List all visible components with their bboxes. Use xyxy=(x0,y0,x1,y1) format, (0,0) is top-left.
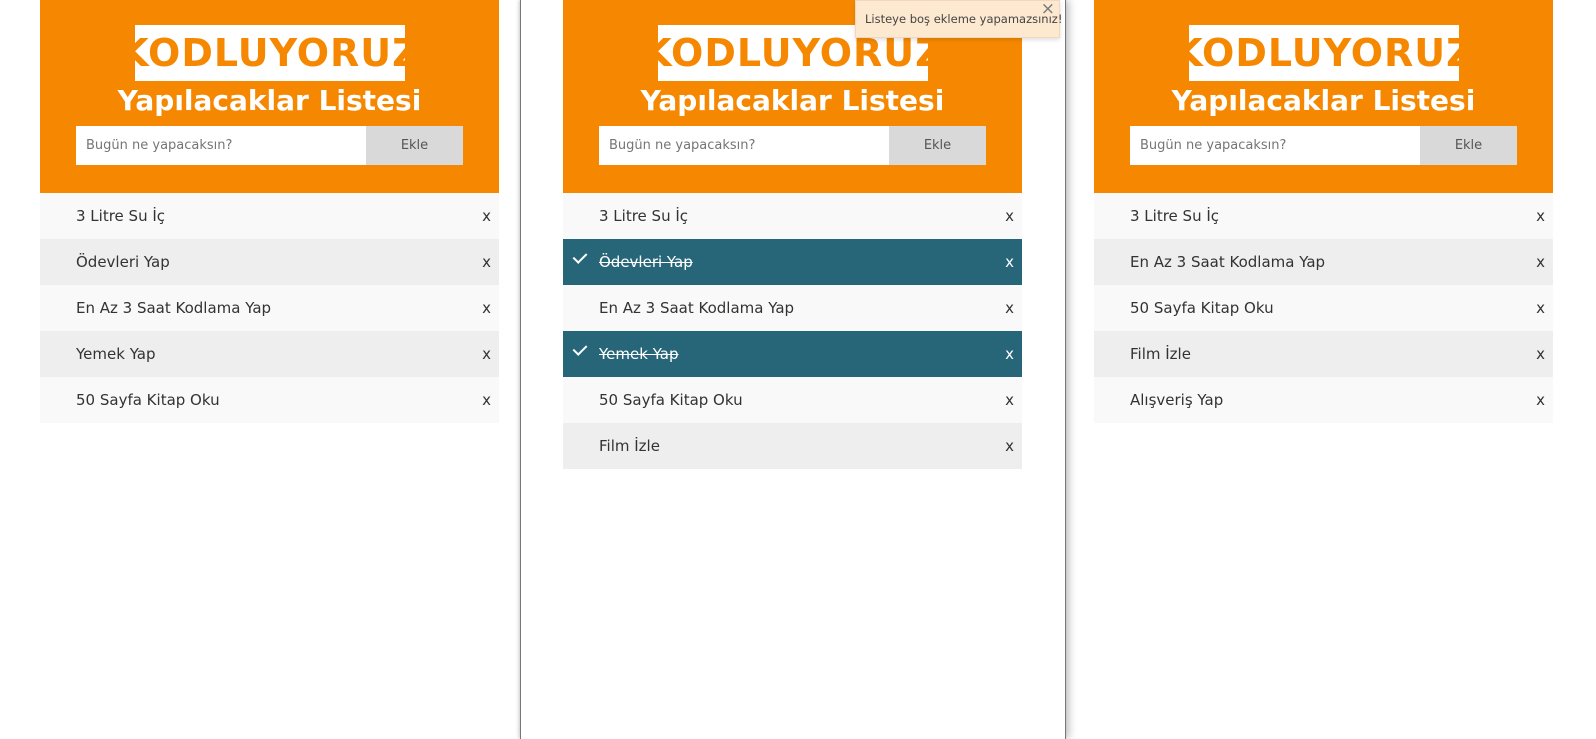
error-toast: Listeye boş ekleme yapamazsınız! × xyxy=(855,0,1063,38)
delete-task-icon[interactable]: x xyxy=(1005,345,1014,363)
add-task-row: Ekle xyxy=(76,126,463,165)
page-title: Yapılacaklar Listesi xyxy=(640,84,945,117)
toast-message: Listeye boş ekleme yapamazsınız! xyxy=(865,12,1063,26)
toast-close-icon[interactable]: × xyxy=(1041,0,1055,19)
task-item[interactable]: 3 Litre Su İç x xyxy=(1094,193,1553,239)
task-item[interactable]: Ödevleri Yap x xyxy=(40,239,499,285)
logo-text: KODLUYORUZ xyxy=(119,31,421,75)
checkmark-icon xyxy=(572,249,588,264)
delete-task-icon[interactable]: x xyxy=(1005,391,1014,409)
task-item[interactable]: Alışveriş Yap x xyxy=(1094,377,1553,423)
task-item[interactable]: 50 Sayfa Kitap Oku x xyxy=(40,377,499,423)
task-label: En Az 3 Saat Kodlama Yap xyxy=(1130,253,1326,271)
delete-task-icon[interactable]: x xyxy=(482,299,491,317)
task-input[interactable] xyxy=(1130,126,1420,165)
panel-header: KODLUYORUZ Yapılacaklar Listesi Ekle xyxy=(1094,0,1553,193)
task-label: Film İzle xyxy=(1130,345,1191,363)
delete-task-icon[interactable]: x xyxy=(482,391,491,409)
panel-header: KODLUYORUZ Yapılacaklar Listesi Ekle xyxy=(40,0,499,193)
task-label: Film İzle xyxy=(599,437,660,455)
delete-task-icon[interactable]: x xyxy=(482,207,491,225)
delete-task-icon[interactable]: x xyxy=(482,345,491,363)
delete-task-icon[interactable]: x xyxy=(1536,253,1545,271)
task-item[interactable]: Yemek Yap x xyxy=(40,331,499,377)
add-button[interactable]: Ekle xyxy=(1420,126,1517,165)
delete-task-icon[interactable]: x xyxy=(1536,299,1545,317)
task-label: En Az 3 Saat Kodlama Yap xyxy=(599,299,795,317)
task-item[interactable]: Film İzle x xyxy=(563,423,1022,469)
kodluyoruz-logo: KODLUYORUZ xyxy=(1173,25,1474,81)
task-input[interactable] xyxy=(76,126,366,165)
task-label: 50 Sayfa Kitap Oku xyxy=(1130,299,1274,317)
task-label: En Az 3 Saat Kodlama Yap xyxy=(76,299,272,317)
page-title: Yapılacaklar Listesi xyxy=(117,84,422,117)
add-button[interactable]: Ekle xyxy=(889,126,986,165)
task-item[interactable]: 3 Litre Su İç x xyxy=(563,193,1022,239)
task-list: 3 Litre Su İç x Ödevleri Yap x En Az 3 S… xyxy=(563,193,1022,469)
delete-task-icon[interactable]: x xyxy=(1005,253,1014,271)
task-item[interactable]: En Az 3 Saat Kodlama Yap x xyxy=(40,285,499,331)
task-label: Alışveriş Yap xyxy=(1130,391,1224,409)
delete-task-icon[interactable]: x xyxy=(1536,391,1545,409)
page-title: Yapılacaklar Listesi xyxy=(1171,84,1476,117)
add-button[interactable]: Ekle xyxy=(366,126,463,165)
kodluyoruz-logo: KODLUYORUZ xyxy=(119,25,420,81)
delete-task-icon[interactable]: x xyxy=(1005,299,1014,317)
task-label: 3 Litre Su İç xyxy=(599,207,689,225)
task-label: Ödevleri Yap xyxy=(76,253,170,271)
task-item[interactable]: 50 Sayfa Kitap Oku x xyxy=(563,377,1022,423)
add-task-row: Ekle xyxy=(599,126,986,165)
todo-panel-right: KODLUYORUZ Yapılacaklar Listesi Ekle 3 L… xyxy=(1094,0,1553,423)
task-label: 3 Litre Su İç xyxy=(1130,207,1220,225)
task-item[interactable]: Ödevleri Yap x xyxy=(563,239,1022,285)
checkmark-icon xyxy=(572,341,588,356)
task-item[interactable]: 50 Sayfa Kitap Oku x xyxy=(1094,285,1553,331)
task-label: Yemek Yap xyxy=(76,345,156,363)
task-input[interactable] xyxy=(599,126,889,165)
task-item[interactable]: En Az 3 Saat Kodlama Yap x xyxy=(563,285,1022,331)
logo-text: KODLUYORUZ xyxy=(1173,31,1475,75)
todo-panel-middle: KODLUYORUZ Yapılacaklar Listesi Ekle 3 L… xyxy=(563,0,1022,469)
task-label: Yemek Yap xyxy=(599,345,679,363)
task-label: 50 Sayfa Kitap Oku xyxy=(76,391,220,409)
task-item[interactable]: Yemek Yap x xyxy=(563,331,1022,377)
todo-panel-left: KODLUYORUZ Yapılacaklar Listesi Ekle 3 L… xyxy=(40,0,499,423)
task-item[interactable]: Film İzle x xyxy=(1094,331,1553,377)
task-item[interactable]: En Az 3 Saat Kodlama Yap x xyxy=(1094,239,1553,285)
delete-task-icon[interactable]: x xyxy=(1536,345,1545,363)
add-task-row: Ekle xyxy=(1130,126,1517,165)
task-list: 3 Litre Su İç x En Az 3 Saat Kodlama Yap… xyxy=(1094,193,1553,423)
task-label: 50 Sayfa Kitap Oku xyxy=(599,391,743,409)
delete-task-icon[interactable]: x xyxy=(1005,437,1014,455)
delete-task-icon[interactable]: x xyxy=(1005,207,1014,225)
task-label: 3 Litre Su İç xyxy=(76,207,166,225)
delete-task-icon[interactable]: x xyxy=(482,253,491,271)
task-label: Ödevleri Yap xyxy=(599,253,693,271)
delete-task-icon[interactable]: x xyxy=(1536,207,1545,225)
task-item[interactable]: 3 Litre Su İç x xyxy=(40,193,499,239)
task-list: 3 Litre Su İç x Ödevleri Yap x En Az 3 S… xyxy=(40,193,499,423)
